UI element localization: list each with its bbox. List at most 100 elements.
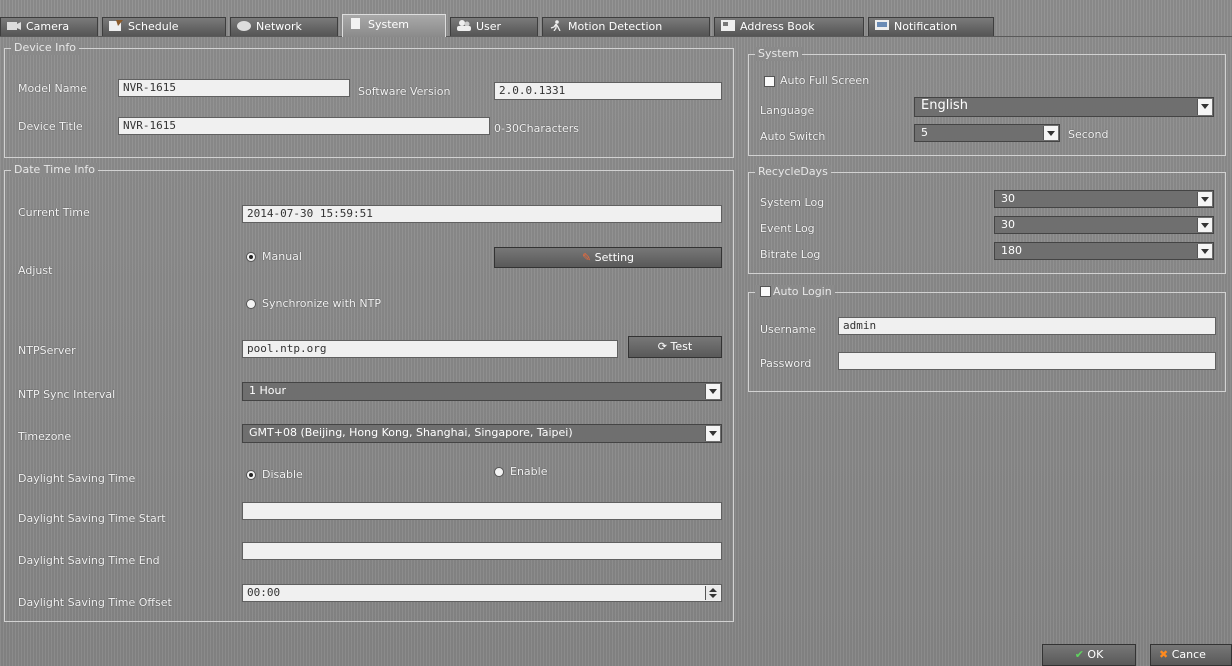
ntp-sync-interval-value: 1 Hour (249, 384, 286, 397)
timezone-value: GMT+08 (Beijing, Hong Kong, Shanghai, Si… (249, 426, 573, 439)
dst-disable-label: Disable (262, 468, 303, 481)
tab-notification[interactable]: Notification (868, 17, 994, 36)
tab-motion-detection[interactable]: Motion Detection (542, 17, 710, 36)
dst-offset-value: 00:00 (247, 586, 281, 599)
username-label: Username (760, 323, 817, 336)
chevron-down-icon (1043, 126, 1058, 140)
tab-label: Network (256, 20, 302, 33)
dst-label: Daylight Saving Time (18, 472, 136, 485)
test-button-label: Test (670, 340, 693, 353)
event-log-label: Event Log (760, 222, 815, 235)
system-legend: System (755, 47, 803, 61)
tab-schedule[interactable]: Schedule (102, 17, 226, 36)
tab-label: Camera (26, 20, 70, 33)
system-log-select[interactable]: 30 (994, 190, 1214, 208)
setting-button-label: Setting (594, 251, 635, 264)
ntp-server-field[interactable]: pool.ntp.org (242, 340, 618, 358)
system-log-label: System Log (760, 196, 825, 209)
camera-icon (7, 22, 21, 30)
manual-radio[interactable] (246, 252, 256, 262)
adjust-label: Adjust (18, 264, 53, 277)
tab-network[interactable]: Network (230, 17, 338, 36)
tab-bar: Camera Schedule Network System User Moti… (0, 14, 1232, 37)
auto-switch-value: 5 (921, 126, 928, 139)
test-button[interactable]: ⟳ Test (628, 336, 722, 358)
auto-login-group: Auto Login (748, 285, 1226, 392)
auto-switch-label: Auto Switch (760, 130, 826, 143)
chevron-down-icon (1197, 244, 1212, 258)
current-time-field[interactable]: 2014-07-30 15:59:51 (242, 205, 722, 223)
language-value: English (921, 98, 968, 113)
device-title-hint: 0-30Characters (494, 122, 580, 135)
cancel-button[interactable]: ✖ Cance (1150, 644, 1232, 666)
dst-offset-field[interactable]: 00:00 (242, 584, 722, 602)
date-time-info-legend: Date Time Info (11, 163, 99, 177)
language-select[interactable]: English (914, 97, 1214, 117)
software-version-label: Software Version (358, 85, 451, 98)
dst-start-field[interactable] (242, 502, 722, 520)
event-log-select[interactable]: 30 (994, 216, 1214, 234)
device-title-label: Device Title (18, 120, 83, 133)
tab-label: System (368, 18, 410, 31)
notification-icon (875, 20, 889, 30)
tab-label: Schedule (128, 20, 179, 33)
auto-switch-select[interactable]: 5 (914, 124, 1060, 142)
ntp-server-label: NTPServer (18, 344, 76, 357)
auto-full-screen-label: Auto Full Screen (780, 74, 870, 87)
bitrate-log-value: 180 (1001, 244, 1022, 257)
check-icon: ✔ (1074, 648, 1084, 661)
cancel-button-label: Cance (1171, 648, 1206, 661)
dst-offset-label: Daylight Saving Time Offset (18, 596, 172, 609)
pencil-icon: ✎ (581, 251, 592, 264)
dst-enable-radio[interactable] (494, 467, 504, 477)
system-log-value: 30 (1001, 192, 1015, 205)
chevron-down-icon (705, 426, 720, 441)
auto-full-screen-checkbox[interactable] (764, 76, 775, 87)
tab-user[interactable]: User (450, 17, 538, 36)
tab-system[interactable]: System (342, 14, 446, 37)
dst-end-field[interactable] (242, 542, 722, 560)
password-field[interactable] (838, 352, 1216, 370)
ok-button[interactable]: ✔ OK (1042, 644, 1136, 666)
event-log-value: 30 (1001, 218, 1015, 231)
software-version-field[interactable]: 2.0.0.1331 (494, 82, 722, 100)
password-label: Password (760, 357, 812, 370)
current-time-label: Current Time (18, 206, 90, 219)
close-icon: ✖ (1159, 648, 1169, 661)
ok-button-label: OK (1087, 648, 1104, 661)
dst-disable-radio[interactable] (246, 470, 256, 480)
manual-radio-label: Manual (262, 250, 302, 263)
ntp-sync-interval-label: NTP Sync Interval (18, 388, 116, 401)
tab-camera[interactable]: Camera (0, 17, 98, 36)
username-field[interactable]: admin (838, 317, 1216, 335)
timezone-select[interactable]: GMT+08 (Beijing, Hong Kong, Shanghai, Si… (242, 424, 722, 443)
motion-icon (550, 20, 561, 31)
dst-enable-label: Enable (510, 465, 548, 478)
tab-label: Address Book (740, 20, 815, 33)
bitrate-log-select[interactable]: 180 (994, 242, 1214, 260)
setting-button[interactable]: ✎ Setting (494, 247, 722, 268)
tab-label: User (476, 20, 502, 33)
device-info-legend: Device Info (11, 41, 79, 55)
user-icon (457, 20, 471, 31)
model-name-field[interactable]: NVR-1615 (118, 79, 350, 97)
system-icon (351, 18, 360, 29)
chevron-down-icon (1197, 218, 1212, 232)
ntp-sync-interval-select[interactable]: 1 Hour (242, 382, 722, 401)
ntp-radio[interactable] (246, 299, 256, 309)
tab-address-book[interactable]: Address Book (714, 17, 864, 36)
tab-label: Notification (894, 20, 958, 33)
recycle-days-legend: RecycleDays (755, 165, 831, 179)
chevron-down-icon (705, 384, 720, 399)
dst-end-label: Daylight Saving Time End (18, 554, 160, 567)
timezone-label: Timezone (18, 430, 72, 443)
ntp-radio-label: Synchronize with NTP (262, 297, 381, 310)
language-label: Language (760, 104, 815, 117)
bitrate-log-label: Bitrate Log (760, 248, 821, 261)
auto-login-checkbox[interactable] (760, 286, 771, 297)
spinner-icon[interactable] (705, 586, 720, 600)
model-name-label: Model Name (18, 82, 87, 95)
device-title-field[interactable]: NVR-1615 (118, 117, 490, 135)
refresh-icon: ⟳ (657, 340, 668, 353)
schedule-icon (109, 20, 123, 31)
